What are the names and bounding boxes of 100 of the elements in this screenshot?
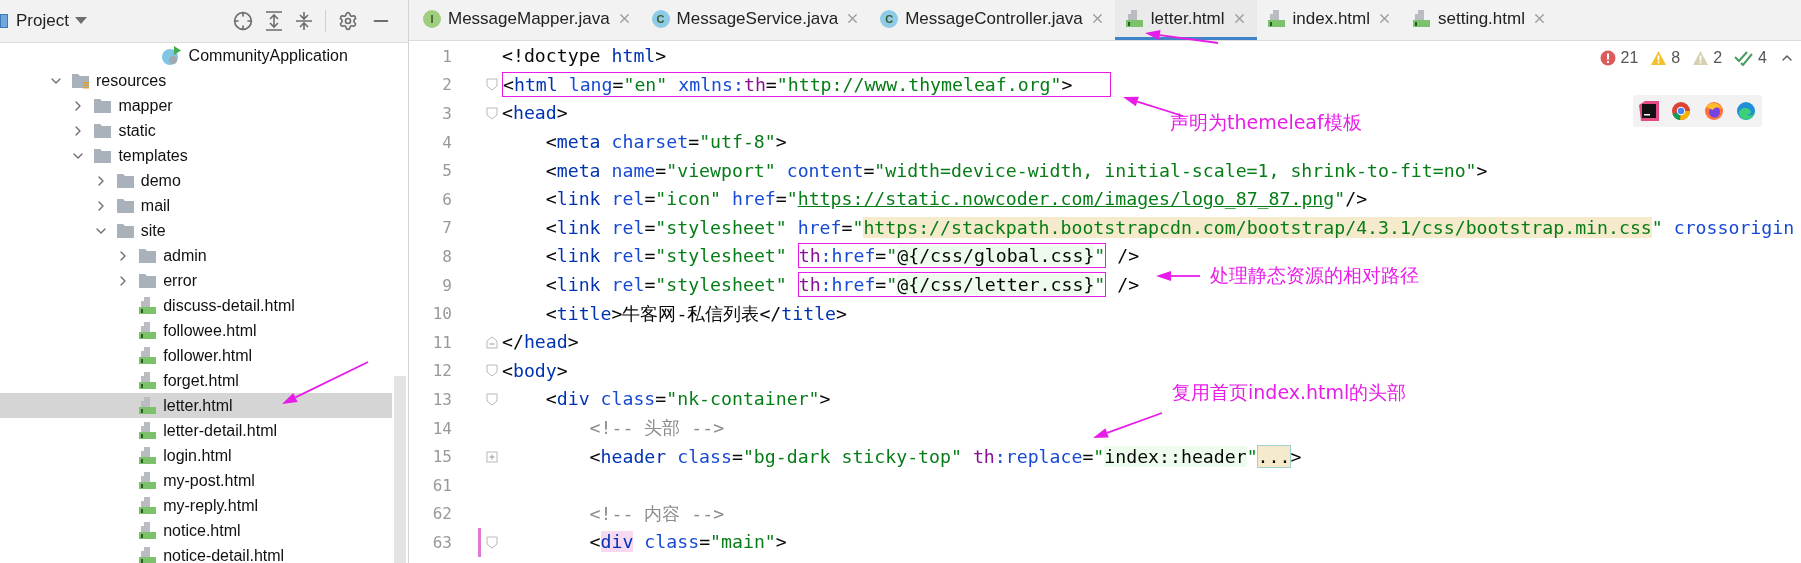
line-number: 63 [431,532,452,552]
code-line: <link rel="stylesheet" href="https://stackpath.bootstrapcdn.com/bootstrap/4.3.1/css/bootstrap.min.css" crossorigin [544,215,1795,240]
html-file-icon [138,296,158,315]
ide-icon[interactable] [1639,101,1660,121]
scrollbar[interactable] [394,376,406,563]
line-number: 10 [431,304,452,324]
panel-title[interactable]: Project [16,11,69,31]
html-file-icon [1412,9,1431,28]
tree-item[interactable]: forget.html [0,368,392,393]
tree-item[interactable]: my-reply.html [0,493,392,518]
project-icon [0,14,8,28]
html-file-icon [1124,9,1144,28]
folder-icon [93,122,113,139]
tree-item[interactable]: CommunityApplication [0,43,392,68]
fold-marker-icon[interactable] [486,364,498,378]
tree-item[interactable]: follower.html [0,343,392,368]
folder-icon [115,222,135,239]
code-line: <head> [502,101,568,126]
tree-item[interactable]: notice.html [0,518,392,543]
folder-icon [93,97,113,114]
tree-item[interactable]: letter-detail.html [0,418,392,443]
line-number: 7 [441,218,452,238]
double-check-icon[interactable] [1734,50,1755,66]
html-file-icon [138,471,158,490]
expand-marker-icon[interactable] [486,450,498,463]
tree-item[interactable]: static [0,118,392,143]
class-icon: C [651,9,670,28]
html-file-icon [138,396,158,415]
line-number: 2 [441,75,452,95]
annotation-arrow [1093,412,1163,438]
dropdown-caret-icon[interactable] [74,17,87,25]
tree-item[interactable]: mail [0,193,392,218]
line-number: 12 [431,361,452,381]
code-line: </head> [502,330,579,355]
editor-tab[interactable]: letter.html [1114,0,1257,40]
line-number: 8 [441,246,452,266]
code-line: <link rel="stylesheet" th:href="@{/css/letter.css}" /> [544,271,1140,300]
html-file-icon [138,521,158,540]
code-line: <!-- 头部 --> [588,416,725,440]
editor-tab[interactable]: index.html [1256,0,1402,40]
editor-tab[interactable]: setting.html [1402,0,1557,40]
error-icon[interactable] [1600,50,1617,66]
browser-icon[interactable] [1671,101,1692,121]
fold-marker-icon[interactable] [486,392,498,406]
tree-item[interactable]: followee.html [0,318,392,343]
fold-marker-icon[interactable] [486,107,498,120]
code-line: <div class="main"> [588,530,787,555]
locate-icon[interactable] [233,11,253,31]
editor-tab[interactable]: I MessageMapper.java [413,0,642,40]
close-icon[interactable] [1377,11,1392,26]
line-number: 5 [441,161,452,181]
code-line: <!-- 内容 --> [588,501,725,526]
annotation-arrow [1156,271,1201,281]
collapse-all-icon[interactable] [295,11,313,31]
tree-item[interactable]: templates [0,143,392,168]
code-line: <link rel="icon" href="https://static.nowcoder.com/images/logo_87_87.png"/> [544,187,1368,212]
fold-marker-icon[interactable] [486,535,498,549]
annotation-note: 处理静态资源的相对路径 [1210,263,1419,288]
editor-tab[interactable]: C MessageService.java [641,0,871,40]
problem-count: 4 [1758,49,1767,67]
html-file-icon [138,496,158,515]
code-line: <body> [502,358,568,383]
html-file-icon [1266,9,1286,28]
app-run-icon [160,44,183,67]
code-line: <meta charset="utf-8"> [544,130,787,155]
tree-item[interactable]: admin [0,243,392,268]
line-number: 61 [431,475,452,495]
tree-item[interactable]: resources [0,68,392,93]
line-number: 11 [431,332,452,352]
line-number: 15 [431,447,452,467]
tree-item[interactable]: my-post.html [0,468,392,493]
line-number: 1 [441,46,452,66]
tree-item[interactable]: site [0,218,392,243]
settings-icon[interactable] [338,11,358,31]
tree-item[interactable]: error [0,268,392,293]
line-number: 9 [441,275,452,295]
interface-icon: I [423,9,441,28]
tree-item[interactable]: notice-detail.html [0,543,392,563]
tree-item[interactable]: discuss-detail.html [0,293,392,318]
code-line: <header class="bg-dark sticky-top" th:replace="index::header"...> [588,444,1302,469]
folder-icon [138,247,158,264]
line-number: 4 [441,132,452,152]
tree-item[interactable]: letter.html [0,393,392,418]
code-line: <link rel="stylesheet" th:href="@{/css/global.css}" /> [544,242,1140,271]
tree-item[interactable]: mapper [0,93,392,118]
code-line: <div class="nk-container"> [544,387,831,412]
fold-marker-icon[interactable] [486,78,498,92]
editor-tab[interactable]: C MessageController.java [870,0,1115,40]
problem-count: 21 [1620,49,1639,67]
line-number: 14 [431,418,452,438]
line-number: 6 [441,189,452,209]
browser-icon[interactable] [1735,101,1756,121]
html-file-icon [138,346,158,365]
expand-all-icon[interactable] [265,11,283,31]
html-file-icon [138,546,158,563]
tree-item[interactable]: demo [0,168,392,193]
html-file-icon [138,421,158,440]
fold-marker-icon[interactable] [486,335,498,349]
browser-icon[interactable] [1703,101,1724,121]
tree-item[interactable]: login.html [0,443,392,468]
